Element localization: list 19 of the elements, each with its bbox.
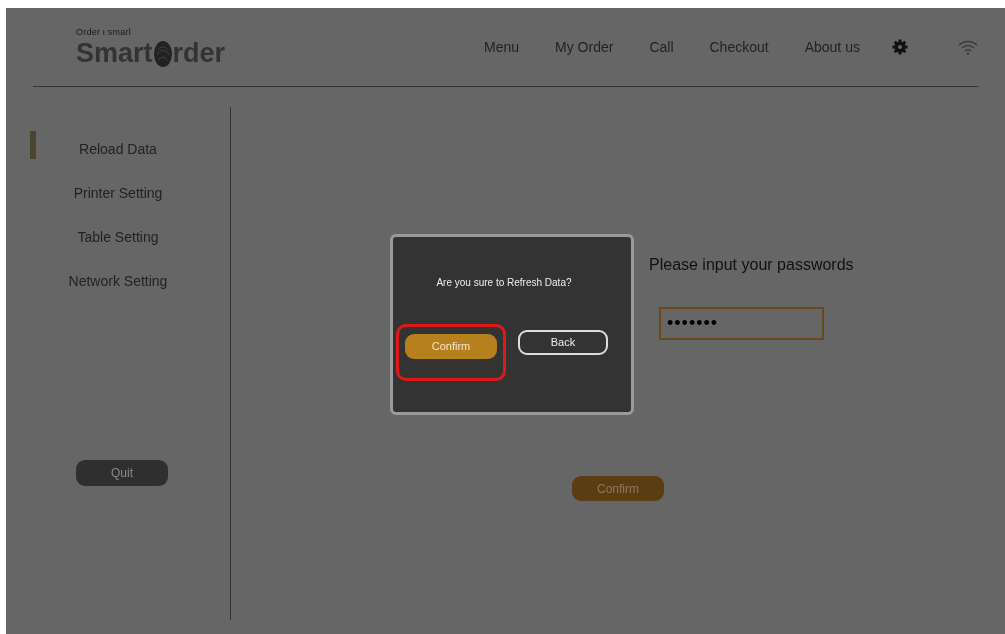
dialog-back-button[interactable]: Back	[518, 330, 608, 355]
fingerprint-icon	[152, 39, 173, 68]
nav-link[interactable]: Call	[631, 36, 692, 58]
nav-link[interactable]: Checkout	[691, 36, 787, 58]
nav-link[interactable]: Menu	[466, 36, 538, 58]
settings-icon[interactable]	[891, 39, 908, 55]
sidebar-item[interactable]: Reload Data	[79, 137, 157, 161]
sidebar-item[interactable]: Table Setting	[77, 225, 159, 249]
quit-button[interactable]: Quit	[76, 460, 168, 486]
dialog-confirm-button[interactable]: Confirm	[405, 333, 497, 359]
nav-link[interactable]: My Order	[537, 36, 632, 58]
password-prompt: Please input your passwords	[649, 255, 854, 275]
sidebar-item[interactable]: Network Setting	[68, 269, 168, 293]
wifi-icon	[957, 39, 978, 55]
confirm-button[interactable]: Confirm	[572, 476, 664, 501]
nav-link[interactable]: About us	[786, 36, 878, 58]
password-field[interactable]: •••••••	[659, 307, 824, 340]
dialog-message: Are you sure to Refresh Data?	[436, 276, 572, 290]
sidebar-item[interactable]: Printer Setting	[73, 181, 163, 205]
